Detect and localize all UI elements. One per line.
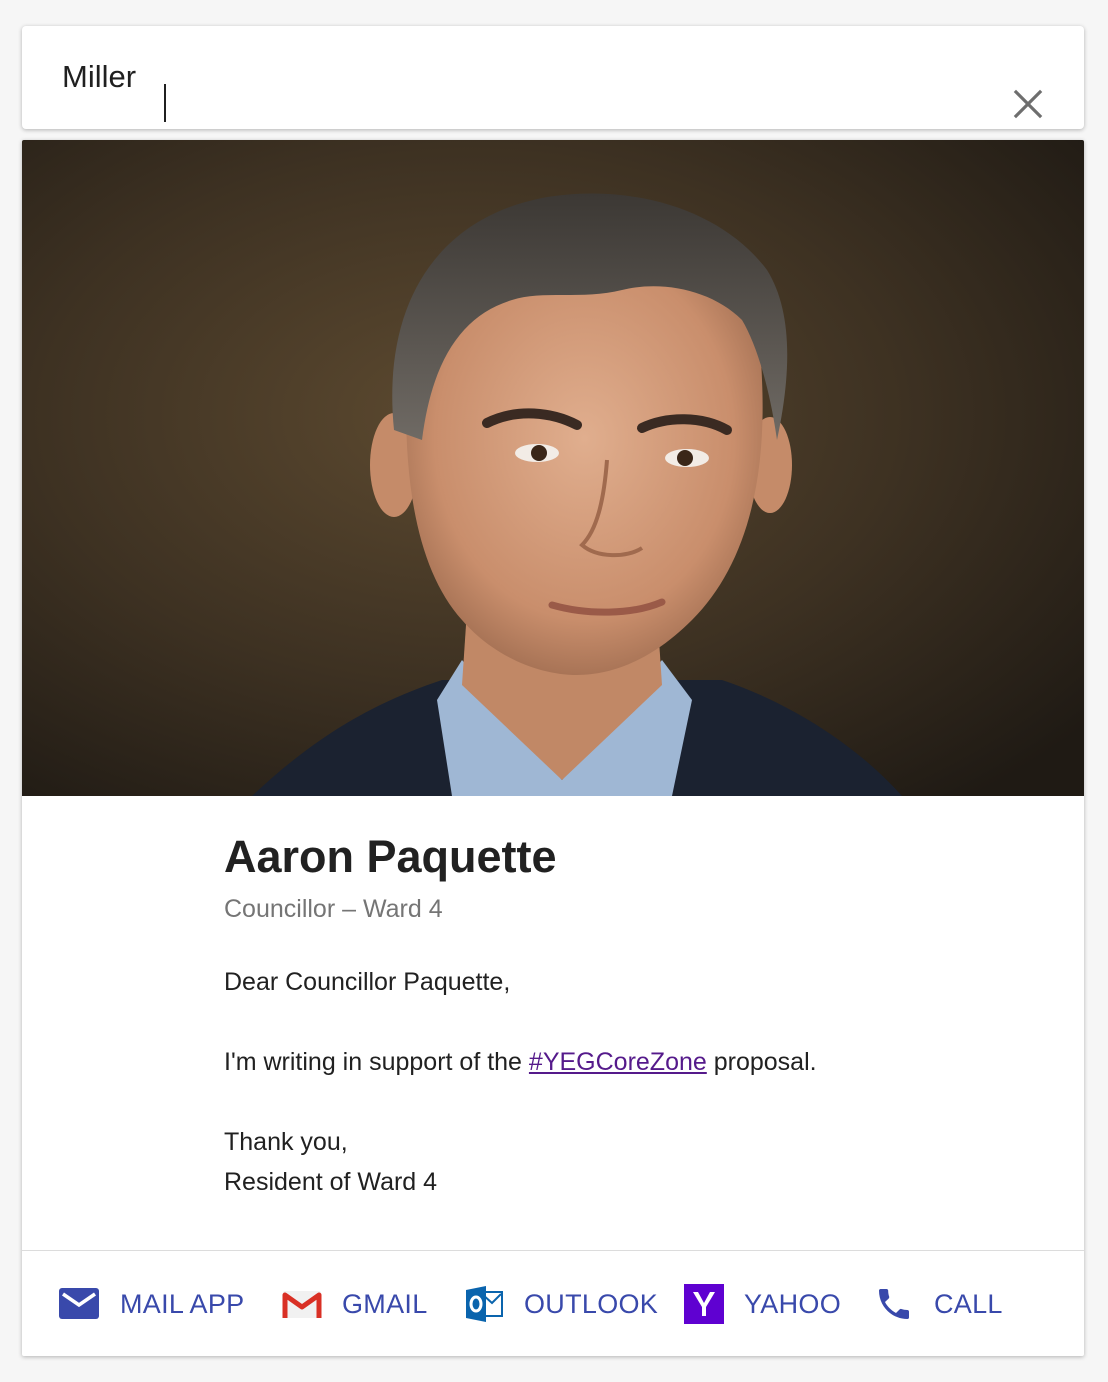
call-button[interactable]: CALL [874, 1281, 1003, 1327]
search-bar [22, 26, 1084, 129]
outlook-button[interactable]: OUTLOOK [464, 1281, 658, 1327]
outlook-icon [466, 1286, 503, 1322]
letter-closing: Thank you, [224, 1128, 348, 1156]
mail-app-label: MAIL APP [120, 1288, 245, 1319]
councillor-photo [22, 140, 1084, 796]
outlook-label: OUTLOOK [524, 1288, 659, 1319]
yahoo-button[interactable]: YAHOO [684, 1281, 841, 1327]
letter-body-prefix: I'm writing in support of the [224, 1048, 529, 1076]
search-input[interactable] [62, 54, 942, 100]
envelope-icon [59, 1288, 99, 1319]
gmail-label: GMAIL [342, 1288, 428, 1319]
close-icon[interactable] [1008, 84, 1048, 124]
phone-icon [879, 1289, 909, 1319]
letter-paragraph: I'm writing in support of the #YEGCoreZo… [224, 1042, 1044, 1082]
gmail-icon [282, 1291, 322, 1318]
yahoo-icon [684, 1284, 724, 1324]
gmail-button[interactable]: GMAIL [282, 1281, 428, 1327]
mail-app-button[interactable]: MAIL APP [58, 1281, 244, 1327]
action-bar: MAIL APP GMAIL OUTLOOK YAHOO CALL [22, 1251, 1084, 1356]
councillor-title: Councillor – Ward 4 [224, 895, 443, 923]
letter-greeting: Dear Councillor Paquette, [224, 968, 511, 996]
councillor-card: Aaron Paquette Councillor – Ward 4 Dear … [22, 140, 1084, 1356]
hashtag-link[interactable]: #YEGCoreZone [529, 1048, 707, 1076]
text-caret [164, 84, 166, 122]
yahoo-label: YAHOO [744, 1288, 842, 1319]
letter-body: Dear Councillor Paquette, I'm writing in… [224, 962, 1044, 1202]
letter-body-suffix: proposal. [706, 1048, 817, 1076]
call-label: CALL [934, 1288, 1003, 1319]
letter-signature: Resident of Ward 4 [224, 1168, 438, 1196]
councillor-info: Aaron Paquette Councillor – Ward 4 Dear … [224, 830, 1044, 1202]
councillor-name: Aaron Paquette [224, 831, 557, 882]
